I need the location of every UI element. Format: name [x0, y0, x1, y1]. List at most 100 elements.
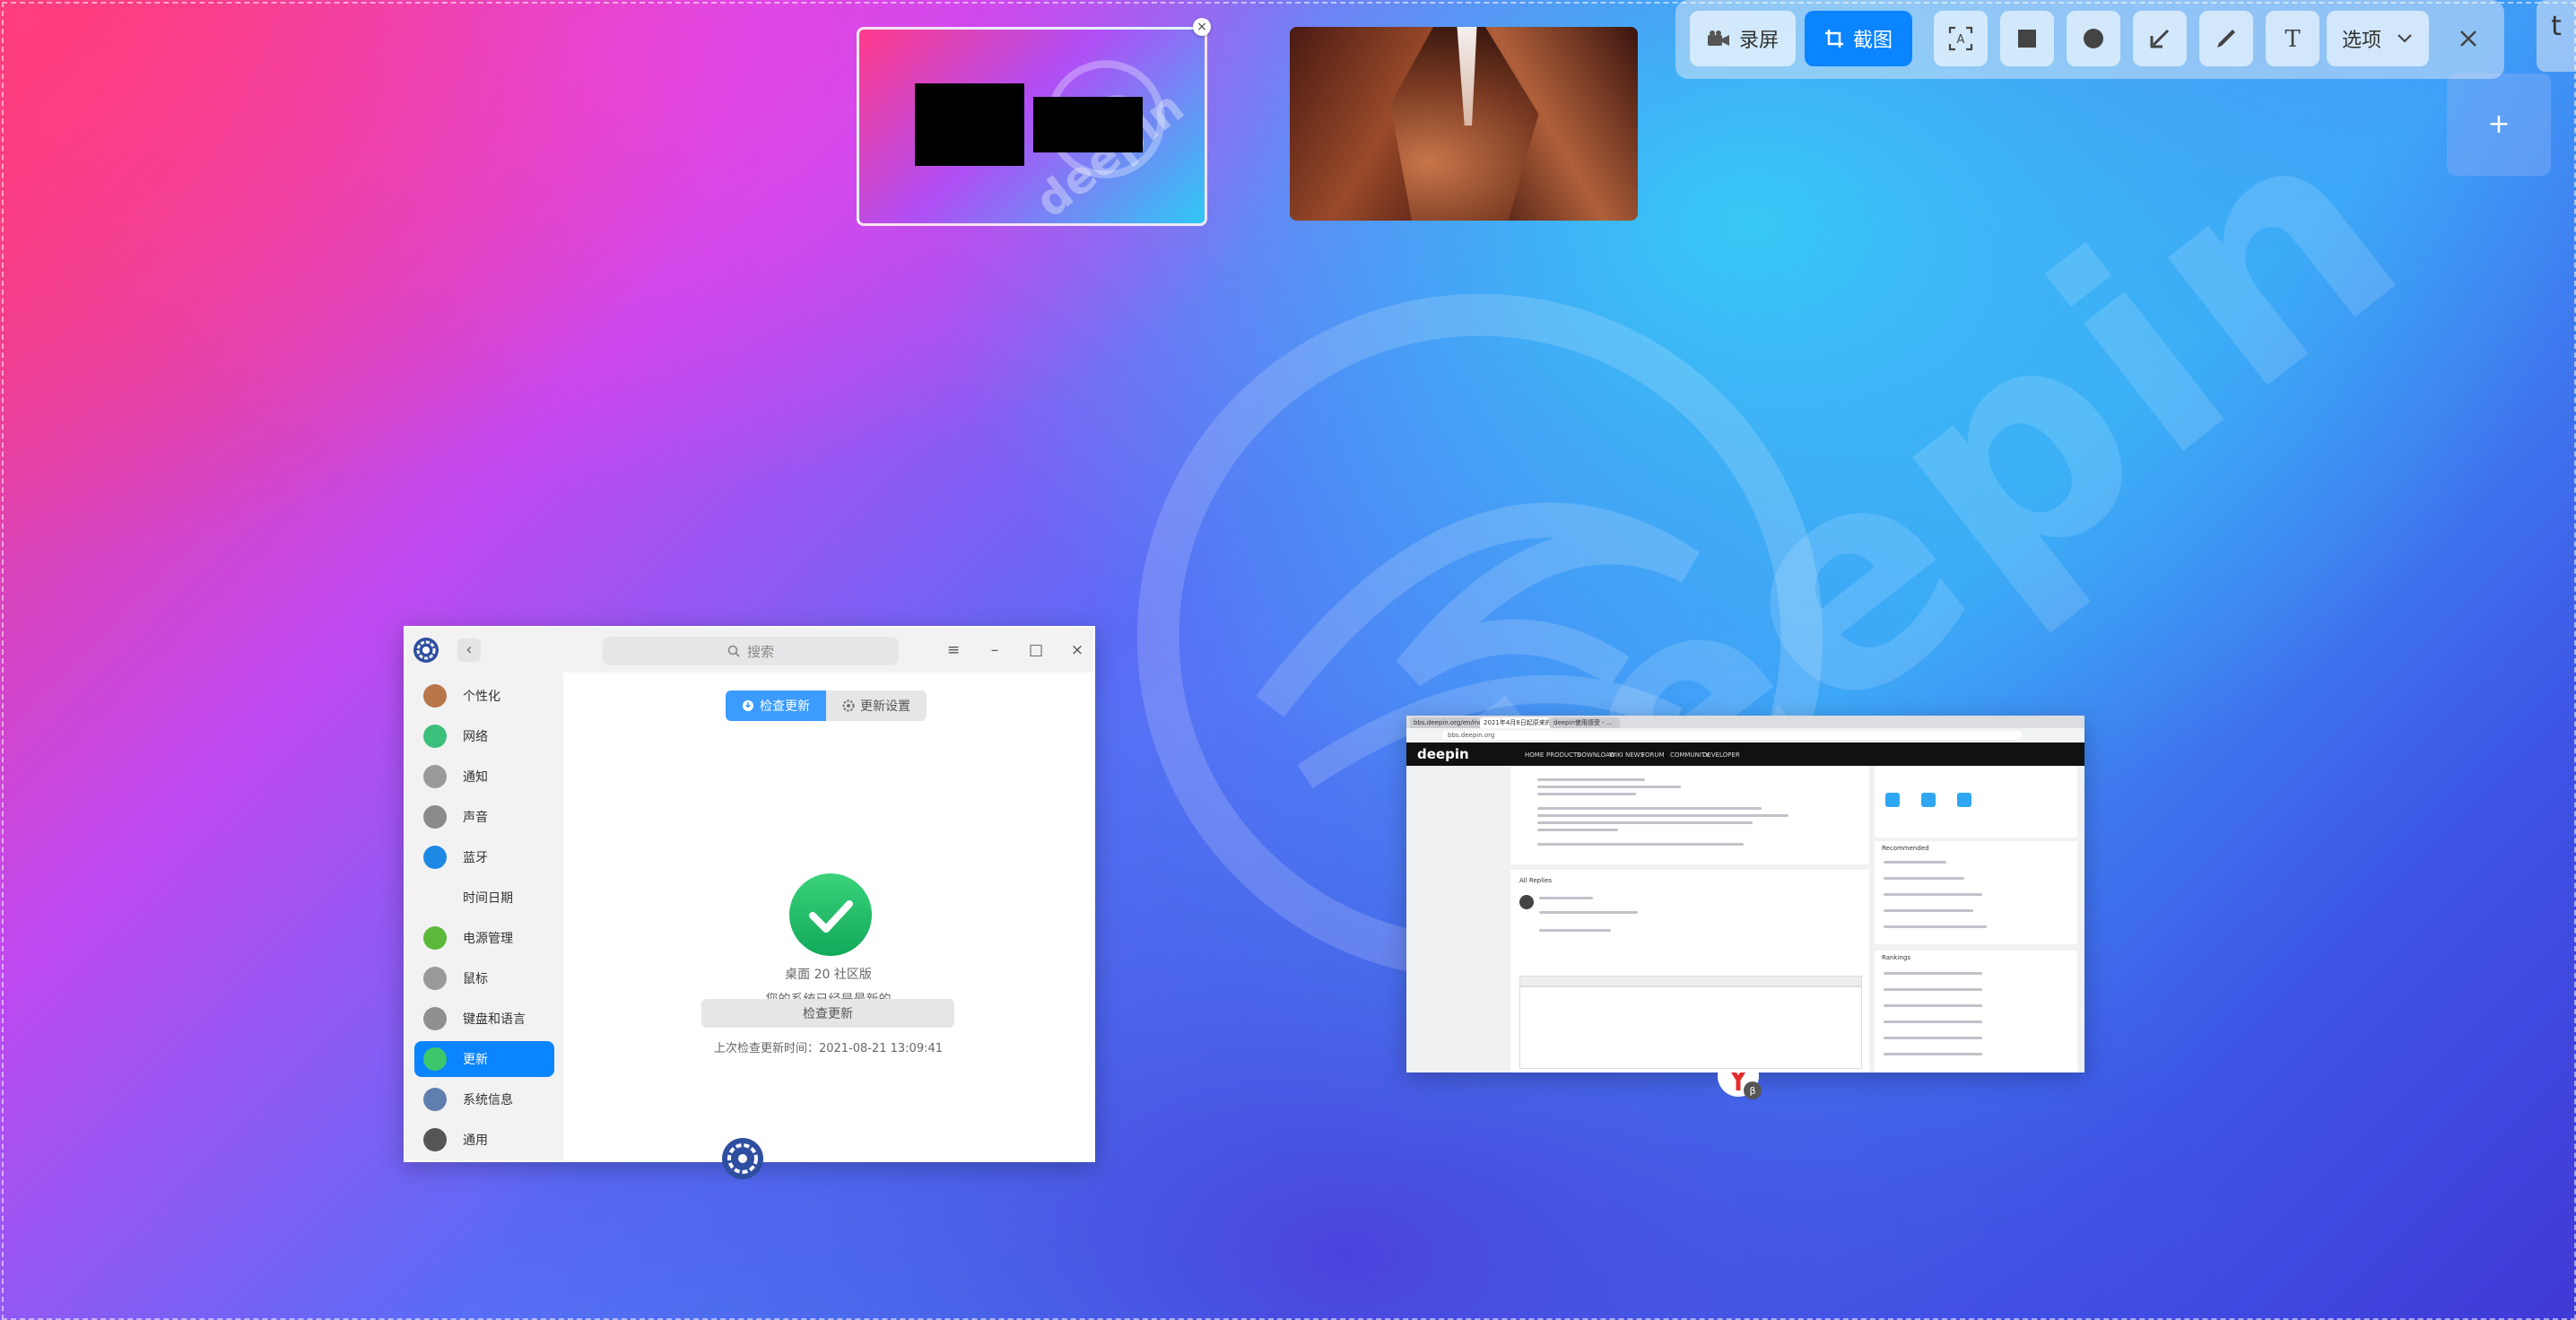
canyon-rock	[1485, 27, 1638, 221]
chevron-down-icon	[2398, 34, 2412, 43]
workspace-2-thumbnail[interactable]	[1290, 27, 1638, 221]
screenshot-crop-icon	[1824, 30, 1843, 48]
search-icon	[727, 645, 740, 657]
sidebar-item[interactable]: 电源管理	[414, 920, 554, 956]
record-label: 录屏	[1738, 30, 1779, 52]
sidebar-item-icon	[423, 1047, 447, 1071]
arrow-icon	[2150, 29, 2170, 48]
workspace-close-button[interactable]: ×	[1193, 18, 1211, 36]
ocr-button[interactable]: A	[1934, 11, 1988, 66]
browser-tab[interactable]: 2021年4月8日起原来的...	[1480, 717, 1550, 728]
sidebar-item[interactable]: 蓝牙	[414, 839, 554, 875]
sidebar-item[interactable]: 更新	[414, 1041, 554, 1077]
sidebar-item-label: 系统信息	[463, 1093, 513, 1107]
sidebar-item-icon	[423, 805, 447, 829]
tab-check-update[interactable]: 检查更新	[726, 690, 826, 721]
search-input[interactable]: 搜索	[603, 637, 899, 665]
sidebar-item-icon	[423, 765, 447, 788]
site-menu-item[interactable]: PRODUCTS	[1546, 751, 1581, 759]
svg-text:A: A	[1957, 33, 1965, 47]
sidebar-item-label: 通用	[463, 1133, 488, 1148]
browser-tab[interactable]: deepin使用感受 - ...	[1550, 717, 1620, 728]
sidebar-item[interactable]: 网络	[414, 718, 554, 754]
close-button[interactable]: ×	[1066, 638, 1089, 662]
sidebar-item[interactable]: 个性化	[414, 678, 554, 714]
recommended-card: Recommended	[1875, 841, 2077, 944]
sidebar-item-label: 电源管理	[463, 932, 513, 946]
pen-icon	[2217, 30, 2235, 48]
sidebar-item-icon	[423, 1007, 447, 1030]
settings-titlebar[interactable]: ‹ 搜索 ≡ – □ ×	[405, 628, 1093, 673]
arrow-tool-button[interactable]	[2133, 11, 2187, 66]
site-menu-item[interactable]: DEVELOPER	[1702, 751, 1740, 759]
sidebar-item-label: 通知	[463, 770, 488, 785]
browser-tab[interactable]: bbs.deepin.org/en/index...	[1410, 717, 1480, 728]
sidebar-item-label: 网络	[463, 730, 488, 744]
sidebar-item[interactable]: 系统信息	[414, 1081, 554, 1117]
sidebar-item-label: 鼠标	[463, 972, 488, 986]
redaction-box	[915, 83, 1024, 166]
search-placeholder: 搜索	[746, 643, 774, 660]
svg-text:β: β	[1749, 1085, 1755, 1097]
back-button[interactable]: ‹	[457, 638, 481, 662]
options-label: 选项	[2341, 30, 2381, 52]
update-panel: 检查更新 更新设置 桌面 20 社区版 您的系统已经是最新的 检查更新 上次检查…	[563, 673, 1093, 1160]
side-panel-tab[interactable]: t	[2537, 0, 2576, 72]
site-logo[interactable]: deepin	[1417, 746, 1469, 762]
replies-card: All Replies	[1510, 870, 1869, 1072]
sidebar-item-icon	[423, 886, 447, 909]
site-menu-item[interactable]: WIKI	[1609, 751, 1623, 759]
close-screenshot-button[interactable]	[2443, 11, 2493, 66]
settings-app-icon	[413, 638, 439, 663]
video-camera-icon	[1707, 30, 1729, 46]
svg-text:T: T	[2284, 27, 2301, 50]
add-workspace-button[interactable]: +	[2447, 74, 2551, 176]
replies-label: All Replies	[1519, 877, 1553, 884]
sidebar-item[interactable]: 声音	[414, 799, 554, 835]
address-bar[interactable]: bbs.deepin.org	[1442, 731, 2022, 740]
sidebar-item[interactable]: 通用	[414, 1122, 554, 1158]
check-update-button[interactable]: 检查更新	[701, 999, 954, 1028]
sidebar-item[interactable]: 鼠标	[414, 960, 554, 996]
sidebar-item[interactable]: 键盘和语言	[414, 1001, 554, 1037]
canyon-rock	[1290, 27, 1433, 221]
text-tool-button[interactable]: T	[2266, 11, 2319, 66]
sidebar-item-label: 更新	[463, 1053, 488, 1067]
sidebar-item-icon	[423, 926, 447, 950]
ellipse-tool-button[interactable]	[2067, 11, 2120, 66]
record-button[interactable]: 录屏	[1690, 11, 1796, 66]
workspace-1-thumbnail[interactable]: deepin	[857, 27, 1207, 226]
sidebar-item[interactable]: 通知	[414, 759, 554, 795]
settings-app-icon[interactable]	[720, 1136, 765, 1181]
site-menu-item[interactable]: HOME	[1525, 751, 1544, 759]
sidebar-card	[1875, 766, 2077, 838]
redaction-box	[1033, 97, 1143, 152]
edition-text: 桌面 20 社区版	[785, 968, 872, 982]
success-check-icon	[789, 873, 872, 956]
browser-window[interactable]: bbs.deepin.org/en/index... 2021年4月8日起原来的…	[1406, 716, 2084, 1072]
maximize-button[interactable]: □	[1024, 638, 1048, 662]
sidebar-item-icon	[423, 684, 447, 708]
screenshot-toolbar: 录屏 截图 A T 选项	[1675, 0, 2504, 79]
sidebar-item-icon	[423, 1128, 447, 1151]
pen-tool-button[interactable]	[2199, 11, 2253, 66]
tab-check-label: 检查更新	[760, 699, 810, 714]
menu-icon[interactable]: ≡	[942, 638, 965, 662]
sidebar-item-icon	[423, 967, 447, 990]
tab-update-settings[interactable]: 更新设置	[826, 690, 927, 721]
options-dropdown[interactable]: 选项	[2327, 11, 2429, 66]
minimize-button[interactable]: –	[983, 638, 1006, 662]
rectangle-tool-button[interactable]	[2000, 11, 2054, 66]
sidebar-item-label: 蓝牙	[463, 851, 488, 865]
screenshot-button[interactable]: 截图	[1805, 11, 1912, 66]
sidebar-item-label: 个性化	[463, 690, 500, 704]
sidebar-item-label: 键盘和语言	[463, 1012, 526, 1027]
sidebar-item-icon	[423, 846, 447, 869]
tab-settings-label: 更新设置	[860, 699, 910, 714]
ellipse-icon	[2084, 29, 2103, 48]
sidebar-item-icon	[423, 1088, 447, 1111]
sidebar-item[interactable]: 时间日期	[414, 880, 554, 916]
site-menu-item[interactable]: FORUM	[1641, 751, 1665, 759]
text-icon: T	[2284, 27, 2301, 50]
settings-window[interactable]: ‹ 搜索 ≡ – □ × 个性化 网络 通知 声音 蓝牙 时间日期 电源管理 鼠标 键盘和语言更…	[404, 626, 1095, 1162]
